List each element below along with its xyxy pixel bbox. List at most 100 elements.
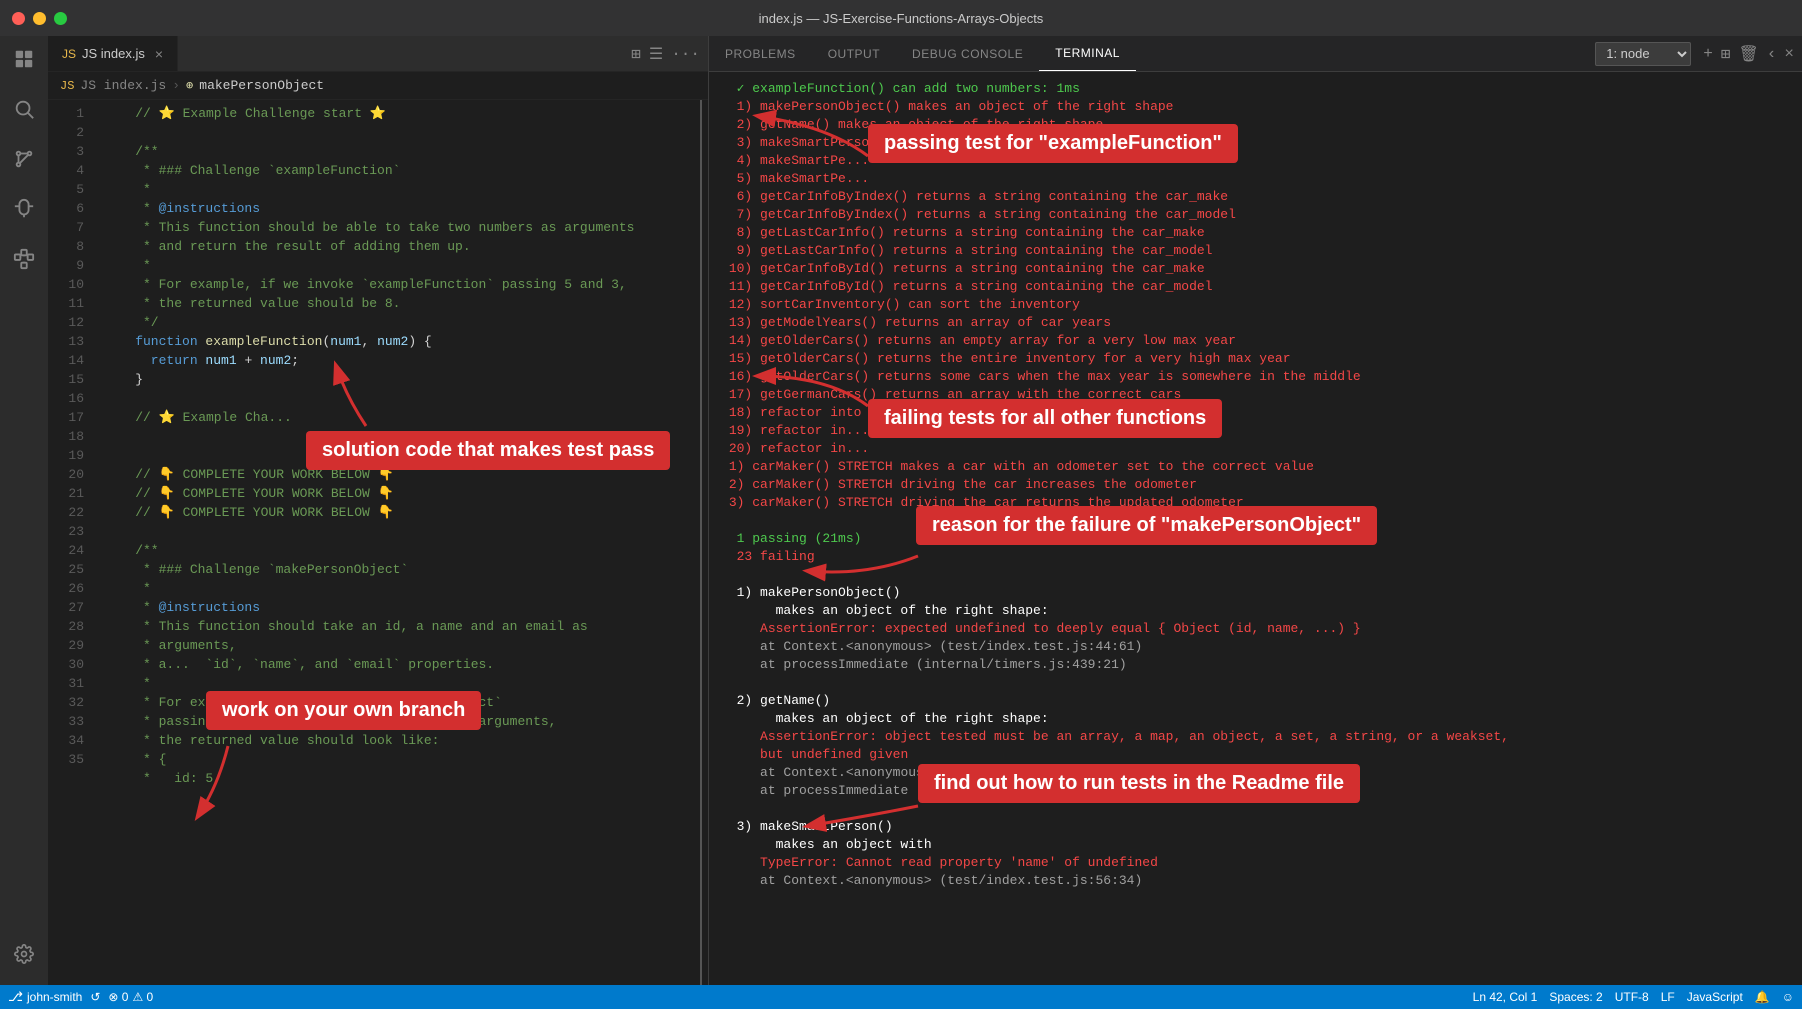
code-line: // 👇 COMPLETE YOUR WORK BELOW 👇 [104, 503, 694, 522]
spaces[interactable]: Spaces: 2 [1549, 990, 1602, 1004]
term-failing: 23 failing [721, 548, 1790, 566]
code-line: * the returned value should look like: [104, 731, 694, 750]
titlebar: index.js — JS-Exercise-Functions-Arrays-… [0, 0, 1802, 36]
term-line: at Context.<anonymous> (test/index.test.… [721, 764, 1790, 782]
bell-icon[interactable]: 🔔 [1755, 990, 1770, 1004]
terminal-panel: PROBLEMS OUTPUT DEBUG CONSOLE TERMINAL 1… [708, 36, 1802, 985]
term-line [721, 566, 1790, 584]
code-line: * id: 5 [104, 769, 694, 788]
breadcrumb-icon-fn: ⊕ [186, 78, 193, 93]
term-line: 18) refactor into arrow functions sum us… [721, 404, 1790, 422]
language-mode[interactable]: JavaScript [1687, 990, 1743, 1004]
code-line [104, 446, 694, 465]
sync-status[interactable]: ↺ [90, 990, 100, 1004]
term-line: at Context.<anonymous> (test/index.test.… [721, 872, 1790, 890]
code-content: // ⭐ Example Challenge start ⭐ /** * ###… [96, 100, 694, 985]
term-passing: 1 passing (21ms) [721, 530, 1790, 548]
delete-terminal-icon[interactable]: 🗑 [1738, 44, 1758, 64]
split-terminal-icon[interactable]: ⊞ [1721, 44, 1731, 64]
tab-output[interactable]: OUTPUT [812, 36, 896, 71]
git-icon: ⎇ [8, 989, 23, 1005]
git-branch-name: john-smith [27, 990, 82, 1004]
code-line: */ [104, 313, 694, 332]
tab-actions: ⊞ ☰ ··· [631, 44, 708, 64]
tab-terminal[interactable]: TERMINAL [1039, 36, 1136, 71]
code-line: * ### Challenge `exampleFunction` [104, 161, 694, 180]
maximize-button[interactable] [54, 12, 67, 25]
editor-tab[interactable]: JS JS index.js × [48, 36, 178, 71]
tab-debug-console[interactable]: DEBUG CONSOLE [896, 36, 1039, 71]
code-line: /** [104, 541, 694, 560]
activity-bar-bottom [9, 939, 39, 977]
breadcrumb-function: makePersonObject [199, 78, 324, 93]
code-line: // 👇 COMPLETE YOUR WORK BELOW 👇 [104, 465, 694, 484]
code-line: function exampleFunction(num1, num2) { [104, 332, 694, 351]
tab-filename: JS index.js [82, 46, 145, 61]
code-line: * [104, 674, 694, 693]
term-line: 11) getCarInfoById() returns a string co… [721, 278, 1790, 296]
code-line: // ⭐ Example Cha... [104, 408, 694, 427]
term-line: 10) getCarInfoById() returns a string co… [721, 260, 1790, 278]
split-editor-icon[interactable]: ⊞ [631, 44, 641, 64]
term-line: 12) sortCarInventory() can sort the inve… [721, 296, 1790, 314]
more-actions-icon[interactable]: ··· [671, 45, 700, 63]
term-line [721, 800, 1790, 818]
activity-icon-settings[interactable] [9, 939, 39, 969]
toggle-panel-icon[interactable]: ☰ [649, 44, 663, 64]
term-line: 4) makeSmartPe... [721, 152, 1790, 170]
term-line: 3) makeSmartPerson() [721, 818, 1790, 836]
gutter-line [700, 100, 702, 985]
breadcrumb-separator: › [172, 78, 180, 93]
content-area: JS JS index.js × ⊞ ☰ ··· JS JS index.js … [48, 36, 1802, 985]
error-count: ⊗ 0 [108, 990, 128, 1004]
new-terminal-icon[interactable]: + [1703, 45, 1713, 63]
activity-icon-explorer[interactable] [9, 44, 39, 74]
code-line: * a... `id`, `name`, and `email` propert… [104, 655, 694, 674]
close-panel-icon[interactable]: × [1784, 45, 1794, 63]
term-line: makes an object with [721, 836, 1790, 854]
status-bar-left: ⎇ john-smith ↺ ⊗ 0 ⚠ 0 [8, 989, 153, 1005]
encoding[interactable]: UTF-8 [1615, 990, 1649, 1004]
term-line: 3) carMaker() STRETCH driving the car re… [721, 494, 1790, 512]
activity-icon-extensions[interactable] [9, 244, 39, 274]
term-line: makes an object of the right shape: [721, 602, 1790, 620]
term-line: 19) refactor in... [721, 422, 1790, 440]
chevron-left-icon[interactable]: ‹ [1767, 45, 1777, 63]
code-line [104, 427, 694, 446]
sync-icon: ↺ [90, 990, 100, 1004]
cursor-position[interactable]: Ln 42, Col 1 [1473, 990, 1538, 1004]
line-numbers: 12345 678910 1112131415 1617181920 21222… [48, 100, 96, 985]
git-branch[interactable]: ⎇ john-smith [8, 989, 82, 1005]
feedback-icon[interactable]: ☺ [1782, 990, 1794, 1004]
tab-problems[interactable]: PROBLEMS [709, 36, 812, 71]
tab-icon: JS [62, 47, 76, 61]
code-line: * [104, 256, 694, 275]
term-line: 20) refactor in... [721, 440, 1790, 458]
activity-icon-debug[interactable] [9, 194, 39, 224]
close-button[interactable] [12, 12, 25, 25]
code-line [104, 123, 694, 142]
term-line [721, 674, 1790, 692]
line-ending[interactable]: LF [1661, 990, 1675, 1004]
term-line: 1) makePersonObject() [721, 584, 1790, 602]
code-line: /** [104, 142, 694, 161]
main-layout: JS JS index.js × ⊞ ☰ ··· JS JS index.js … [0, 36, 1802, 985]
code-editor: 12345 678910 1112131415 1617181920 21222… [48, 100, 708, 985]
errors-warnings[interactable]: ⊗ 0 ⚠ 0 [108, 990, 153, 1004]
code-line [104, 522, 694, 541]
activity-icon-git[interactable] [9, 144, 39, 174]
tab-close-icon[interactable]: × [155, 46, 163, 62]
term-line: 6) getCarInfoByIndex() returns a string … [721, 188, 1790, 206]
activity-icon-search[interactable] [9, 94, 39, 124]
warning-count: ⚠ 0 [132, 990, 153, 1004]
terminal-dropdown[interactable]: 1: node [1595, 42, 1691, 66]
code-line: * This function should take an id, a nam… [104, 617, 694, 636]
term-line [721, 512, 1790, 530]
term-line: 14) getOlderCars() returns an empty arra… [721, 332, 1790, 350]
panel-tab-bar: PROBLEMS OUTPUT DEBUG CONSOLE TERMINAL 1… [709, 36, 1802, 72]
code-line: * [104, 180, 694, 199]
code-line: * { [104, 750, 694, 769]
term-line: 1) makePersonObject() makes an object of… [721, 98, 1790, 116]
editor-gutter [694, 100, 708, 985]
minimize-button[interactable] [33, 12, 46, 25]
